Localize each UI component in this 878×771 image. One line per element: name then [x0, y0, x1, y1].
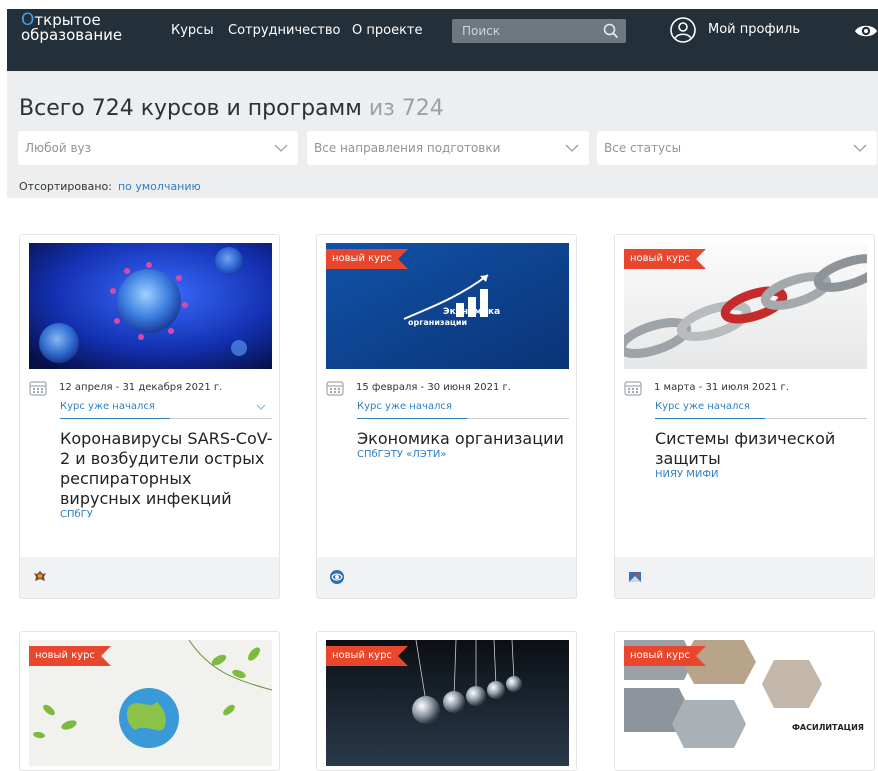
chevron-down-icon[interactable]: [256, 403, 266, 411]
course-image[interactable]: Экономика организации новый курс: [326, 243, 569, 369]
course-status-text: Курс уже начался: [655, 401, 750, 412]
chevron-down-icon: [565, 144, 579, 152]
direction-select-value: Все направления подготовки: [314, 141, 501, 155]
course-card[interactable]: ФАСИЛИТАЦИЯ новый курс: [614, 631, 875, 771]
course-card[interactable]: новый курс 1 марта - 31 июля 2021 г. Кур…: [614, 234, 875, 599]
course-university[interactable]: СПбГУ: [60, 509, 275, 521]
direction-select[interactable]: Все направления подготовки: [307, 131, 589, 165]
calendar-icon: [624, 381, 642, 396]
calendar-icon: [29, 381, 47, 396]
university-select[interactable]: Любой вуз: [18, 131, 298, 165]
course-card[interactable]: новый курс: [19, 631, 280, 771]
status-underline: [655, 418, 765, 419]
courses-total: Всего 724 курсов и программ из 724: [19, 96, 444, 121]
university-emblem-icon: [629, 572, 641, 582]
sort-value-link[interactable]: по умолчанию: [118, 180, 201, 193]
status-select[interactable]: Все статусы: [597, 131, 877, 165]
course-dates-text: 1 марта - 31 июля 2021 г.: [654, 382, 789, 393]
logo[interactable]: Открытое образование: [21, 12, 123, 44]
nav-cooperation[interactable]: Сотрудничество: [228, 23, 341, 38]
site-header: Открытое образование Курсы Сотрудничеств…: [7, 9, 878, 71]
nav-courses[interactable]: Курсы: [171, 23, 214, 38]
course-university[interactable]: СПбГЭТУ «ЛЭТИ»: [357, 449, 572, 461]
chevron-down-icon: [853, 144, 867, 152]
top-strip: [0, 0, 878, 9]
course-card[interactable]: Экономика организации новый курс 15 февр…: [316, 234, 577, 599]
new-course-badge: новый курс: [624, 646, 706, 666]
eye-icon[interactable]: [854, 22, 878, 40]
course-title[interactable]: Экономика организации: [357, 429, 564, 448]
profile-icon[interactable]: [669, 16, 697, 44]
course-title-block: Экономика организации СПбГЭТУ «ЛЭТИ»: [357, 429, 572, 461]
course-university[interactable]: НИЯУ МИФИ: [655, 469, 870, 481]
total-of-text: из 724: [368, 96, 444, 121]
status-underline: [60, 418, 170, 419]
virus-image: [29, 243, 272, 369]
course-image[interactable]: ФАСИЛИТАЦИЯ новый курс: [624, 640, 867, 766]
course-image[interactable]: [29, 243, 272, 369]
image-caption: ФАСИЛИТАЦИЯ: [792, 723, 864, 732]
sort-label: Отсортировано:: [19, 180, 112, 193]
new-course-badge: новый курс: [29, 646, 111, 666]
course-image[interactable]: новый курс: [326, 640, 569, 766]
university-emblem-icon: [34, 571, 46, 581]
status-select-value: Все статусы: [604, 141, 682, 155]
university-emblem-icon: [330, 570, 344, 584]
search-icon[interactable]: [602, 22, 620, 40]
chevron-down-icon: [274, 144, 288, 152]
course-status[interactable]: Курс уже начался: [357, 401, 569, 419]
course-image[interactable]: новый курс: [624, 243, 867, 369]
card-footer: [317, 557, 576, 598]
university-select-value: Любой вуз: [25, 141, 92, 155]
status-underline: [357, 418, 467, 419]
course-status-text: Курс уже начался: [60, 401, 155, 412]
sort-control: Отсортировано: по умолчанию: [19, 180, 201, 193]
image-title-line2: организации: [408, 318, 467, 327]
card-footer: [615, 557, 874, 598]
total-count-text: Всего 724 курсов и программ: [19, 96, 362, 121]
search-input[interactable]: [452, 19, 602, 43]
course-title-block: Системы физической защиты НИЯУ МИФИ: [655, 429, 870, 481]
profile-link[interactable]: Мой профиль: [708, 22, 800, 37]
logo-line2: образование: [21, 26, 123, 44]
course-title-block: Коронавирусы SARS-CoV-2 и возбудители ос…: [60, 429, 275, 521]
new-course-badge: новый курс: [326, 646, 408, 666]
course-dates-text: 12 апреля - 31 декабря 2021 г.: [59, 382, 223, 393]
image-title-line1: Экономика: [443, 307, 500, 317]
new-course-badge: новый курс: [326, 249, 408, 269]
course-status-text: Курс уже начался: [357, 401, 452, 412]
course-title[interactable]: Коронавирусы SARS-CoV-2 и возбудители ос…: [60, 429, 273, 508]
filter-panel: Всего 724 курсов и программ из 724 Любой…: [7, 71, 878, 198]
course-image[interactable]: новый курс: [29, 640, 272, 766]
calendar-icon: [326, 381, 344, 396]
card-footer: [20, 557, 279, 598]
course-title[interactable]: Системы физической защиты: [655, 429, 835, 468]
course-status[interactable]: Курс уже начался: [60, 401, 272, 419]
course-card[interactable]: 12 апреля - 31 декабря 2021 г. Курс уже …: [19, 234, 280, 599]
nav-about[interactable]: О проекте: [352, 23, 423, 38]
course-status[interactable]: Курс уже начался: [655, 401, 867, 419]
new-course-badge: новый курс: [624, 249, 706, 269]
search-box: [452, 19, 626, 43]
course-card[interactable]: новый курс: [316, 631, 577, 771]
course-dates-text: 15 февраля - 30 июня 2021 г.: [356, 382, 511, 393]
